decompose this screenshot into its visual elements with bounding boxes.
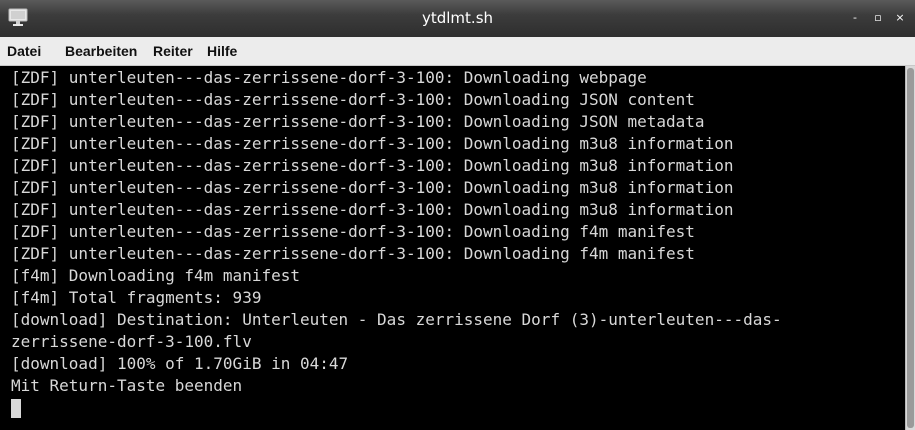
menu-hilfe[interactable]: Hilfe: [207, 37, 237, 65]
menu-datei[interactable]: Datei: [7, 37, 41, 65]
terminal-line: [ZDF] unterleuten---das-zerrissene-dorf-…: [11, 134, 734, 153]
terminal-line: Mit Return-Taste beenden: [11, 376, 243, 395]
terminal-line: [ZDF] unterleuten---das-zerrissene-dorf-…: [11, 178, 734, 197]
text-cursor: [11, 399, 21, 418]
terminal-window: ytdlmt.sh - ▫ × Datei Bearbeiten Reiter …: [0, 0, 915, 430]
terminal-line: [ZDF] unterleuten---das-zerrissene-dorf-…: [11, 68, 647, 87]
vertical-scrollbar[interactable]: [905, 66, 915, 430]
menu-reiter[interactable]: Reiter: [153, 37, 193, 65]
menu-bar: Datei Bearbeiten Reiter Hilfe: [0, 37, 915, 66]
menu-bearbeiten[interactable]: Bearbeiten: [65, 37, 137, 65]
minimize-button[interactable]: -: [846, 9, 864, 27]
terminal-line: [download] 100% of 1.70GiB in 04:47: [11, 354, 349, 373]
terminal-line: [ZDF] unterleuten---das-zerrissene-dorf-…: [11, 156, 734, 175]
terminal-line: [f4m] Total fragments: 939: [11, 288, 262, 307]
terminal-line: [f4m] Downloading f4m manifest: [11, 266, 300, 285]
terminal-output[interactable]: [ZDF] unterleuten---das-zerrissene-dorf-…: [0, 66, 905, 430]
terminal-line: [ZDF] unterleuten---das-zerrissene-dorf-…: [11, 90, 695, 109]
terminal-line: zerrissene-dorf-3-100.flv: [11, 332, 252, 351]
terminal-line: [ZDF] unterleuten---das-zerrissene-dorf-…: [11, 244, 695, 263]
close-button[interactable]: ×: [891, 9, 909, 27]
terminal-line: [download] Destination: Unterleuten - Da…: [11, 310, 782, 329]
title-bar[interactable]: ytdlmt.sh - ▫ ×: [0, 0, 915, 37]
terminal-line: [ZDF] unterleuten---das-zerrissene-dorf-…: [11, 112, 705, 131]
cursor-line: [11, 397, 905, 419]
scrollbar-thumb[interactable]: [907, 68, 914, 428]
maximize-button[interactable]: ▫: [869, 9, 887, 27]
window-title: ytdlmt.sh: [421, 9, 494, 27]
terminal-line: [ZDF] unterleuten---das-zerrissene-dorf-…: [11, 200, 734, 219]
monitor-icon: [7, 6, 29, 28]
terminal-line: [ZDF] unterleuten---das-zerrissene-dorf-…: [11, 222, 695, 241]
